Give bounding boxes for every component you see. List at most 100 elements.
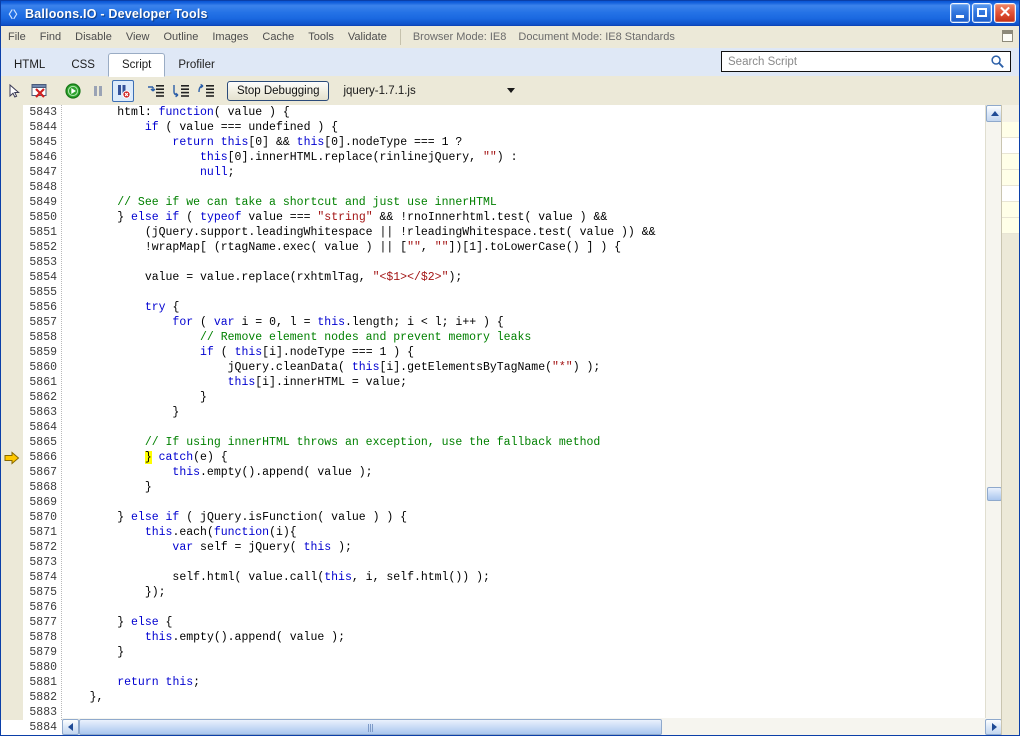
code-line[interactable] xyxy=(62,255,1002,270)
code-line[interactable]: if ( value === undefined ) { xyxy=(62,120,1002,135)
code-line[interactable]: } xyxy=(62,480,1002,495)
code-line[interactable]: // Remove element nodes and prevent memo… xyxy=(62,330,1002,345)
code-line[interactable]: } catch(e) { xyxy=(62,450,1002,465)
line-number: 5843 xyxy=(29,106,57,119)
list-item[interactable] xyxy=(1002,218,1019,234)
scroll-right-button[interactable] xyxy=(985,718,1002,735)
break-all-icon[interactable] xyxy=(87,80,109,102)
code-line[interactable]: // See if we can take a shortcut and jus… xyxy=(62,195,1002,210)
step-over-icon[interactable] xyxy=(170,80,192,102)
line-number: 5854 xyxy=(29,271,57,284)
code-line[interactable]: }); xyxy=(62,585,1002,600)
list-item[interactable] xyxy=(1002,202,1019,218)
code-line[interactable]: try { xyxy=(62,300,1002,315)
code-text-area[interactable]: html: function( value ) { if ( value ===… xyxy=(62,105,1002,720)
line-number: 5876 xyxy=(29,601,57,614)
scroll-left-button[interactable] xyxy=(62,718,79,735)
vertical-scroll-thumb[interactable] xyxy=(987,487,1002,501)
line-number: 5878 xyxy=(29,631,57,644)
menu-item-images[interactable]: Images xyxy=(205,29,255,45)
line-number: 5850 xyxy=(29,211,57,224)
vertical-scrollbar[interactable] xyxy=(985,105,1003,735)
search-icon[interactable] xyxy=(990,54,1005,69)
horizontal-scroll-thumb[interactable] xyxy=(79,718,662,735)
code-line[interactable]: return this[0] && this[0].nodeType === 1… xyxy=(62,135,1002,150)
break-on-error-icon[interactable] xyxy=(112,79,134,102)
code-line[interactable]: jQuery.cleanData( this[i].getElementsByT… xyxy=(62,360,1002,375)
code-line[interactable]: this.each(function(i){ xyxy=(62,525,1002,540)
code-line[interactable]: } else { xyxy=(62,615,1002,630)
chevron-down-icon[interactable] xyxy=(507,88,516,93)
search-input[interactable] xyxy=(728,53,978,70)
tab-html[interactable]: HTML xyxy=(1,54,58,76)
list-item[interactable] xyxy=(1002,170,1019,186)
continue-icon[interactable] xyxy=(62,80,84,102)
line-number: 5877 xyxy=(29,616,57,629)
horizontal-scroll-track[interactable] xyxy=(79,718,985,735)
menu-item-outline[interactable]: Outline xyxy=(156,29,205,45)
menu-item-tools[interactable]: Tools xyxy=(301,29,341,45)
code-line[interactable] xyxy=(62,285,1002,300)
menu-item-find[interactable]: Find xyxy=(33,29,68,45)
line-number: 5863 xyxy=(29,406,57,419)
code-line[interactable]: return this; xyxy=(62,675,1002,690)
step-out-icon[interactable] xyxy=(195,80,217,102)
menu-item-validate[interactable]: Validate xyxy=(341,29,394,45)
code-line[interactable]: // If using innerHTML throws an exceptio… xyxy=(62,435,1002,450)
search-box[interactable] xyxy=(721,51,1011,72)
script-file-dropdown[interactable]: jquery-1.7.1.js xyxy=(343,81,533,101)
code-line[interactable]: self.html( value.call(this, i, self.html… xyxy=(62,570,1002,585)
code-line[interactable]: this.empty().append( value ); xyxy=(62,465,1002,480)
code-line[interactable] xyxy=(62,180,1002,195)
code-line[interactable]: }, xyxy=(62,690,1002,705)
close-button[interactable]: ✕ xyxy=(994,3,1016,23)
code-line[interactable]: value = value.replace(rxhtmlTag, "<$1></… xyxy=(62,270,1002,285)
horizontal-scrollbar[interactable] xyxy=(62,718,1002,735)
code-line[interactable]: this[0].innerHTML.replace(rinlinejQuery,… xyxy=(62,150,1002,165)
code-line[interactable]: (jQuery.support.leadingWhitespace || !rl… xyxy=(62,225,1002,240)
dock-panel-button[interactable] xyxy=(1000,29,1015,44)
code-line[interactable]: } xyxy=(62,405,1002,420)
code-line[interactable] xyxy=(62,555,1002,570)
menu-item-disable[interactable]: Disable xyxy=(68,29,119,45)
code-line[interactable]: this.empty().append( value ); xyxy=(62,630,1002,645)
tab-css[interactable]: CSS xyxy=(58,54,108,76)
document-mode-label[interactable]: Document Mode: IE8 Standards xyxy=(512,29,681,45)
code-line[interactable]: html: function( value ) { xyxy=(62,105,1002,120)
code-line[interactable] xyxy=(62,600,1002,615)
menu-item-cache[interactable]: Cache xyxy=(255,29,301,45)
close-icon: ✕ xyxy=(998,4,1012,21)
browser-mode-label[interactable]: Browser Mode: IE8 xyxy=(407,29,513,45)
line-number: 5875 xyxy=(29,586,57,599)
code-line[interactable]: var self = jQuery( this ); xyxy=(62,540,1002,555)
step-into-icon[interactable] xyxy=(145,80,167,102)
list-item[interactable] xyxy=(1002,138,1019,154)
code-line[interactable]: this[i].innerHTML = value; xyxy=(62,375,1002,390)
list-item[interactable] xyxy=(1002,154,1019,170)
breakpoint-gutter[interactable] xyxy=(1,105,23,720)
tab-script[interactable]: Script xyxy=(107,53,166,77)
code-line[interactable]: !wrapMap[ (rtagName.exec( value ) || [""… xyxy=(62,240,1002,255)
list-item[interactable] xyxy=(1002,122,1019,138)
line-number: 5857 xyxy=(29,316,57,329)
code-line[interactable]: for ( var i = 0, l = this.length; i < l;… xyxy=(62,315,1002,330)
line-number: 5853 xyxy=(29,256,57,269)
list-item[interactable] xyxy=(1002,186,1019,202)
maximize-button[interactable] xyxy=(972,3,992,23)
stop-debugging-button[interactable]: Stop Debugging xyxy=(227,80,330,101)
code-line[interactable]: if ( this[i].nodeType === 1 ) { xyxy=(62,345,1002,360)
select-element-icon[interactable] xyxy=(4,80,26,102)
menu-item-file[interactable]: File xyxy=(1,29,33,45)
clear-breakpoints-icon[interactable] xyxy=(29,80,51,102)
code-line[interactable]: } xyxy=(62,645,1002,660)
code-line[interactable]: } else if ( jQuery.isFunction( value ) )… xyxy=(62,510,1002,525)
code-line[interactable] xyxy=(62,660,1002,675)
minimize-button[interactable] xyxy=(950,3,970,23)
code-line[interactable]: } else if ( typeof value === "string" &&… xyxy=(62,210,1002,225)
code-line[interactable]: null; xyxy=(62,165,1002,180)
code-line[interactable]: } xyxy=(62,390,1002,405)
code-line[interactable] xyxy=(62,420,1002,435)
code-line[interactable] xyxy=(62,495,1002,510)
tab-profiler[interactable]: Profiler xyxy=(165,54,227,76)
menu-item-view[interactable]: View xyxy=(119,29,157,45)
